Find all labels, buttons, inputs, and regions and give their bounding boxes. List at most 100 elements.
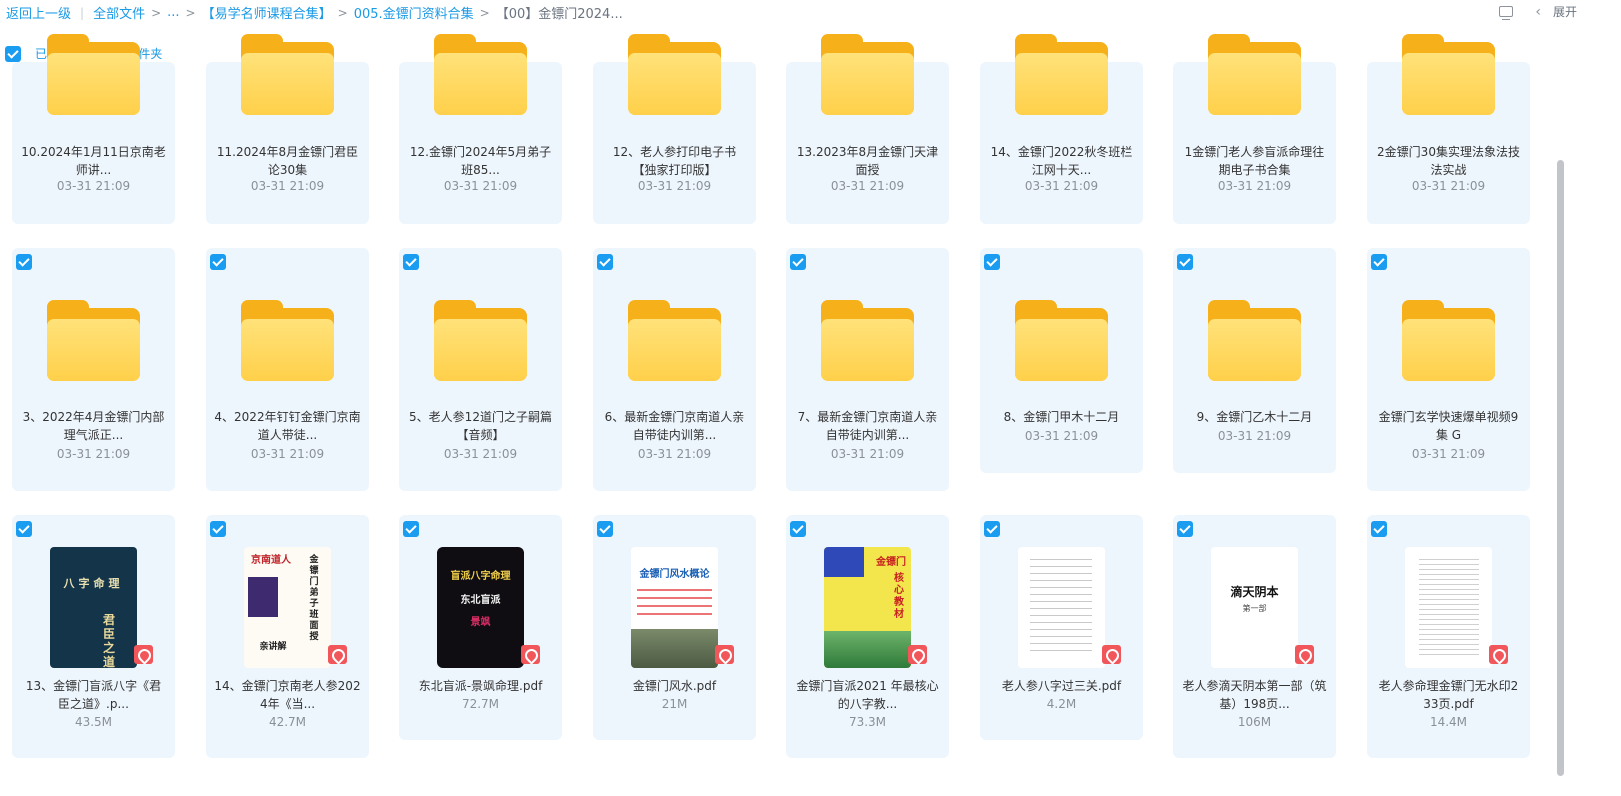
item-checkbox[interactable] xyxy=(597,254,613,270)
pdf-card[interactable]: 金镖门 核心教材 金镖门盲派2021 年最核心的八字教... 73.3M xyxy=(786,515,949,758)
folder-card[interactable]: 13.2023年8月金镖门天津面授 03-31 21:09 xyxy=(786,34,949,224)
folder-icon xyxy=(1208,300,1301,381)
pdf-thumbnail: 八字命理 君臣之道 xyxy=(50,547,137,668)
pdf-icon xyxy=(1489,645,1508,664)
thumbnail-subtitle: 核心教材 xyxy=(894,573,904,620)
folder-card[interactable]: 4、2022年钉钉金镖门京南道人带徒... 03-31 21:09 xyxy=(206,248,369,491)
thumbnail-photo xyxy=(631,629,718,668)
item-checkbox[interactable] xyxy=(1177,254,1193,270)
folder-card[interactable]: 11.2024年8月金镖门君臣论30集 03-31 21:09 xyxy=(206,34,369,224)
item-checkbox[interactable] xyxy=(1177,521,1193,537)
pdf-card[interactable]: 八字命理 君臣之道 13、金镖门盲派八字《君臣之道》.p... 43.5M xyxy=(12,515,175,758)
folder-card[interactable]: 5、老人参12道门之子嗣篇【音频】 03-31 21:09 xyxy=(399,248,562,491)
file-date: 03-31 21:09 xyxy=(250,179,325,193)
folder-card[interactable]: 8、金镖门甲木十二月 03-31 21:09 xyxy=(980,248,1143,473)
pdf-card[interactable]: 滴天阴本 第一部 老人参滴天阴本第一部（筑基）198页... 106M xyxy=(1173,515,1336,758)
item-checkbox[interactable] xyxy=(403,521,419,537)
thumbnail-lines xyxy=(637,589,712,619)
file-name: 10.2024年1月11日京南老师讲... xyxy=(21,145,166,177)
folder-icon xyxy=(1402,34,1495,115)
item-checkbox[interactable] xyxy=(790,254,806,270)
item-checkbox[interactable] xyxy=(16,521,32,537)
folder-icon xyxy=(47,300,140,381)
item-checkbox[interactable] xyxy=(210,254,226,270)
file-name: 13.2023年8月金镖门天津面授 xyxy=(796,145,939,177)
file-name: 13、金镖门盲派八字《君臣之道》.p... xyxy=(25,679,162,711)
pdf-thumbnail: 盲派八字命理 东北盲派 景飒 xyxy=(437,547,524,668)
file-name: 14、金镖门2022秋冬班栏江网十天... xyxy=(990,145,1133,177)
pdf-card[interactable]: 金镖门风水概论 金镖门风水.pdf 21M xyxy=(593,515,756,740)
folder-card[interactable]: 2金镖门30集实理法象法技法实战 03-31 21:09 xyxy=(1367,34,1530,224)
thumbnail-title: 金镖门风水概论 xyxy=(639,569,710,580)
file-date: 03-31 21:09 xyxy=(443,179,518,193)
file-name: 9、金镖门乙木十二月 xyxy=(1196,410,1313,424)
pdf-icon xyxy=(521,645,540,664)
file-browser: 返回上一级 | 全部文件 > ... > 【易学名师课程合集】 > 005.金镖… xyxy=(0,0,1621,796)
item-checkbox[interactable] xyxy=(597,521,613,537)
item-checkbox[interactable] xyxy=(403,254,419,270)
file-date: 03-31 21:09 xyxy=(1217,429,1292,443)
folder-card[interactable]: 1金镖门老人参盲派命理往期电子书合集 03-31 21:09 xyxy=(1173,34,1336,224)
folder-card[interactable]: 金镖门玄学快速爆单视频9集 G 03-31 21:09 xyxy=(1367,248,1530,491)
file-name: 老人参命理金镖门无水印233页.pdf xyxy=(1378,679,1519,711)
item-checkbox[interactable] xyxy=(1371,521,1387,537)
folder-card[interactable]: 14、金镖门2022秋冬班栏江网十天... 03-31 21:09 xyxy=(980,34,1143,224)
item-checkbox[interactable] xyxy=(210,521,226,537)
pdf-icon xyxy=(908,645,927,664)
file-size: 14.4M xyxy=(1429,715,1468,729)
thumbnail-caption: 景飒 xyxy=(470,617,491,628)
pdf-icon xyxy=(134,645,153,664)
file-date: 03-31 21:09 xyxy=(830,447,905,461)
file-date: 03-31 21:09 xyxy=(56,179,131,193)
pdf-card[interactable]: 老人参八字过三关.pdf 4.2M xyxy=(980,515,1143,740)
file-name: 5、老人参12道门之子嗣篇【音频】 xyxy=(409,410,552,442)
folder-icon xyxy=(628,300,721,381)
file-name: 1金镖门老人参盲派命理往期电子书合集 xyxy=(1184,145,1325,177)
scrollbar-thumb[interactable] xyxy=(1557,160,1564,776)
file-name: 12.金镖门2024年5月弟子班85... xyxy=(409,145,552,177)
thumbnail-photo xyxy=(248,577,278,617)
folder-card[interactable]: 9、金镖门乙木十二月 03-31 21:09 xyxy=(1173,248,1336,473)
pdf-icon xyxy=(715,645,734,664)
file-date: 03-31 21:09 xyxy=(1024,179,1099,193)
thumbnail-title: 京南道人 xyxy=(251,555,291,566)
pdf-thumbnail xyxy=(1018,547,1105,668)
file-name: 金镖门盲派2021 年最核心的八字教... xyxy=(796,679,939,711)
file-date: 03-31 21:09 xyxy=(56,447,131,461)
folder-card[interactable]: 6、最新金镖门京南道人亲自带徒内训第... 03-31 21:09 xyxy=(593,248,756,491)
file-name: 金镖门风水.pdf xyxy=(632,679,717,693)
thumbnail-subtitle: 东北盲派 xyxy=(460,595,501,606)
file-name: 金镖门玄学快速爆单视频9集 G xyxy=(1378,410,1519,442)
folder-icon xyxy=(241,300,334,381)
thumbnail-banner xyxy=(824,547,864,577)
pdf-thumbnail: 京南道人 金镖门弟子班面授 亲讲解 xyxy=(244,547,331,668)
file-name: 11.2024年8月金镖门君臣论30集 xyxy=(216,145,359,177)
item-checkbox[interactable] xyxy=(1371,254,1387,270)
file-date: 03-31 21:09 xyxy=(1217,179,1292,193)
pdf-thumbnail: 金镖门 核心教材 xyxy=(824,547,911,668)
pdf-card[interactable]: 盲派八字命理 东北盲派 景飒 东北盲派-景飒命理.pdf 72.7M xyxy=(399,515,562,740)
item-checkbox[interactable] xyxy=(984,521,1000,537)
file-name: 4、2022年钉钉金镖门京南道人带徒... xyxy=(214,410,361,442)
item-checkbox[interactable] xyxy=(790,521,806,537)
file-grid: 10.2024年1月11日京南老师讲... 03-31 21:09 11.202… xyxy=(12,0,1532,796)
file-date: 03-31 21:09 xyxy=(250,447,325,461)
pdf-card[interactable]: 京南道人 金镖门弟子班面授 亲讲解 14、金镖门京南老人参2024年《当... … xyxy=(206,515,369,758)
pdf-thumbnail: 滴天阴本 第一部 xyxy=(1211,547,1298,668)
thumbnail-text-lines xyxy=(1419,559,1479,659)
item-checkbox[interactable] xyxy=(984,254,1000,270)
item-checkbox[interactable] xyxy=(16,254,32,270)
folder-card[interactable]: 12、老人参打印电子书【独家打印版】 03-31 21:09 xyxy=(593,34,756,224)
folder-card[interactable]: 10.2024年1月11日京南老师讲... 03-31 21:09 xyxy=(12,34,175,224)
folder-card[interactable]: 3、2022年4月金镖门内部理气派正... 03-31 21:09 xyxy=(12,248,175,491)
pdf-icon xyxy=(1102,645,1121,664)
folder-card[interactable]: 12.金镖门2024年5月弟子班85... 03-31 21:09 xyxy=(399,34,562,224)
folder-card[interactable]: 7、最新金镖门京南道人亲自带徒内训第... 03-31 21:09 xyxy=(786,248,949,491)
thumbnail-subtitle: 第一部 xyxy=(1242,604,1267,613)
folder-icon xyxy=(628,34,721,115)
chevron-left-icon[interactable]: ‹ xyxy=(1535,4,1541,20)
pdf-thumbnail: 金镖门风水概论 xyxy=(631,547,718,668)
file-size: 4.2M xyxy=(1046,697,1077,711)
file-size: 43.5M xyxy=(74,715,113,729)
pdf-card[interactable]: 老人参命理金镖门无水印233页.pdf 14.4M xyxy=(1367,515,1530,758)
